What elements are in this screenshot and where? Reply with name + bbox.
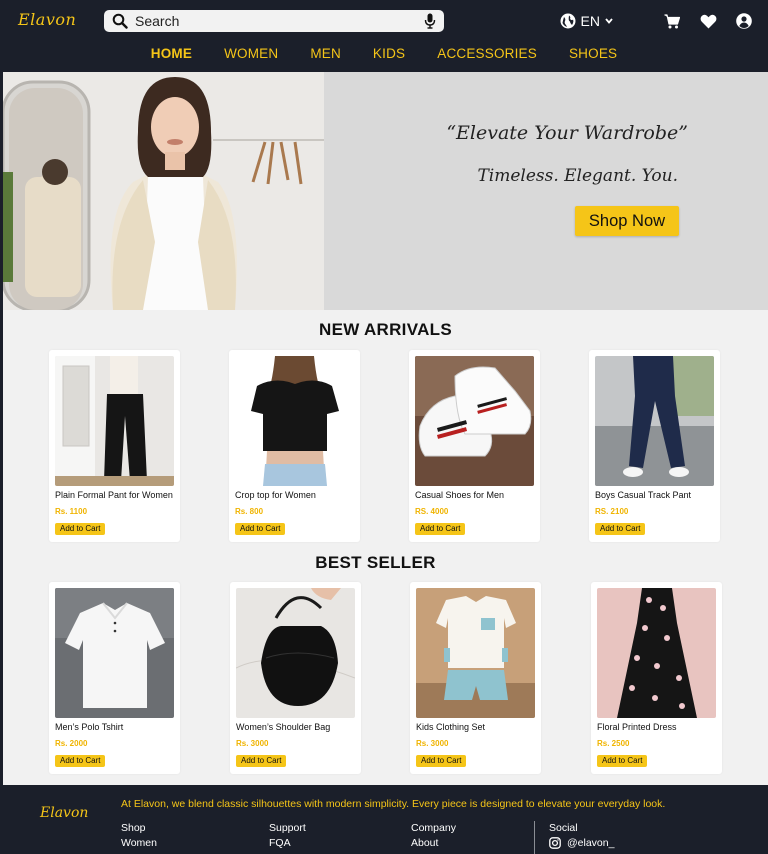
footer-column-shop: Shop Women <box>121 822 157 852</box>
product-card[interactable]: Casual Shoes for Men RS. 4000 Add to Car… <box>409 350 540 542</box>
product-name: Floral Printed Dress <box>597 722 677 732</box>
footer-column-support: Support FQA <box>269 822 306 852</box>
product-image[interactable] <box>597 588 716 718</box>
product-price: Rs. 800 <box>235 507 264 516</box>
language-label: EN <box>580 13 600 29</box>
wishlist-button[interactable] <box>698 11 718 31</box>
new-arrivals-title: NEW ARRIVALS <box>319 320 452 339</box>
product-name: Crop top for Women <box>235 490 316 500</box>
cart-button[interactable] <box>662 11 682 31</box>
product-image[interactable] <box>595 356 714 486</box>
search-bar[interactable] <box>104 10 444 32</box>
shop-now-button[interactable]: Shop Now <box>575 206 679 236</box>
product-name: Women’s Shoulder Bag <box>236 722 331 732</box>
header-actions: EN <box>560 11 754 31</box>
add-to-cart-button[interactable]: Add to Cart <box>597 755 648 767</box>
product-name: Casual Shoes for Men <box>415 490 505 500</box>
heart-icon <box>700 14 716 28</box>
footer-column-company: Company About <box>411 822 456 852</box>
search-input[interactable] <box>135 13 424 29</box>
product-card[interactable]: Plain Formal Pant for Women Rs. 1100 Add… <box>49 350 180 542</box>
instagram-link[interactable]: @elavon_ <box>549 837 614 849</box>
nav-accessories[interactable]: ACCESSORIES <box>437 46 537 61</box>
globe-icon <box>560 13 576 29</box>
nav-men[interactable]: MEN <box>310 46 341 61</box>
main-navigation: HOME WOMEN MEN KIDS ACCESSORIES SHOES <box>0 46 768 61</box>
add-to-cart-button[interactable]: Add to Cart <box>236 755 287 767</box>
footer-about-text: At Elavon, we blend classic silhouettes … <box>121 798 666 810</box>
product-price: Rs. 2000 <box>55 739 88 748</box>
best-seller-title: BEST SELLER <box>315 553 436 572</box>
product-card[interactable]: Floral Printed Dress Rs. 2500 Add to Car… <box>591 582 722 774</box>
user-icon <box>736 13 752 29</box>
footer-heading[interactable]: Shop <box>121 822 157 834</box>
product-price: Rs. 3000 <box>236 739 269 748</box>
footer-column-social: Social @elavon_ <box>549 822 614 852</box>
hero-model-photo <box>3 72 324 310</box>
product-image[interactable] <box>415 356 534 486</box>
product-image[interactable] <box>236 588 355 718</box>
product-card[interactable]: Boys Casual Track Pant RS. 2100 Add to C… <box>589 350 720 542</box>
product-price: RS. 2100 <box>595 507 629 516</box>
product-price: RS. 4000 <box>415 507 449 516</box>
add-to-cart-button[interactable]: Add to Cart <box>55 755 106 767</box>
product-image[interactable] <box>55 356 174 486</box>
instagram-icon <box>549 837 561 849</box>
nav-kids[interactable]: KIDS <box>373 46 405 61</box>
product-card[interactable]: Crop top for Women Rs. 800 Add to Cart <box>229 350 360 542</box>
page-content: “Elevate Your Wardrobe” Timeless. Elegan… <box>3 72 768 785</box>
best-seller-grid: Men’s Polo Tshirt Rs. 2000 Add to Cart W… <box>49 582 729 774</box>
product-image[interactable] <box>416 588 535 718</box>
footer-link[interactable]: About <box>411 837 456 849</box>
add-to-cart-button[interactable]: Add to Cart <box>235 523 286 535</box>
footer-link[interactable]: Women <box>121 837 157 849</box>
product-name: Boys Casual Track Pant <box>595 490 692 500</box>
instagram-handle: @elavon_ <box>567 837 615 849</box>
hero-banner: “Elevate Your Wardrobe” Timeless. Elegan… <box>3 72 768 310</box>
product-image[interactable] <box>235 356 354 486</box>
product-name: Kids Clothing Set <box>416 722 486 732</box>
footer-heading[interactable]: Support <box>269 822 306 834</box>
new-arrivals-grid: Plain Formal Pant for Women Rs. 1100 Add… <box>49 350 729 542</box>
footer-heading[interactable]: Company <box>411 822 456 834</box>
product-name: Plain Formal Pant for Women <box>55 490 173 500</box>
product-card[interactable]: Men’s Polo Tshirt Rs. 2000 Add to Cart <box>49 582 180 774</box>
footer-heading: Social <box>549 822 578 834</box>
brand-logo[interactable]: Elavon <box>18 10 76 29</box>
hero-tagline: “Elevate Your Wardrobe” <box>446 122 688 144</box>
account-button[interactable] <box>734 11 754 31</box>
footer-link[interactable]: FQA <box>269 837 306 849</box>
product-image[interactable] <box>55 588 174 718</box>
cart-icon <box>664 13 680 28</box>
search-icon <box>112 13 128 29</box>
product-price: Rs. 3000 <box>416 739 449 748</box>
product-price: Rs. 2500 <box>597 739 630 748</box>
microphone-icon[interactable] <box>424 13 436 29</box>
chevron-down-icon <box>605 18 613 24</box>
nav-shoes[interactable]: SHOES <box>569 46 617 61</box>
add-to-cart-button[interactable]: Add to Cart <box>415 523 466 535</box>
footer-divider <box>534 821 535 854</box>
footer-brand: Elavon <box>40 805 89 821</box>
add-to-cart-button[interactable]: Add to Cart <box>595 523 646 535</box>
product-card[interactable]: Women’s Shoulder Bag Rs. 3000 Add to Car… <box>230 582 361 774</box>
product-price: Rs. 1100 <box>55 507 88 516</box>
site-footer: Elavon At Elavon, we blend classic silho… <box>0 785 768 854</box>
nav-home[interactable]: HOME <box>151 46 192 61</box>
hero-subtagline: Timeless. Elegant. You. <box>477 166 678 186</box>
product-name: Men’s Polo Tshirt <box>55 722 124 732</box>
site-header: Elavon EN <box>0 0 768 72</box>
add-to-cart-button[interactable]: Add to Cart <box>55 523 106 535</box>
product-card[interactable]: Kids Clothing Set Rs. 3000 Add to Cart <box>410 582 541 774</box>
language-selector[interactable]: EN <box>560 13 618 29</box>
add-to-cart-button[interactable]: Add to Cart <box>416 755 467 767</box>
nav-women[interactable]: WOMEN <box>224 46 278 61</box>
